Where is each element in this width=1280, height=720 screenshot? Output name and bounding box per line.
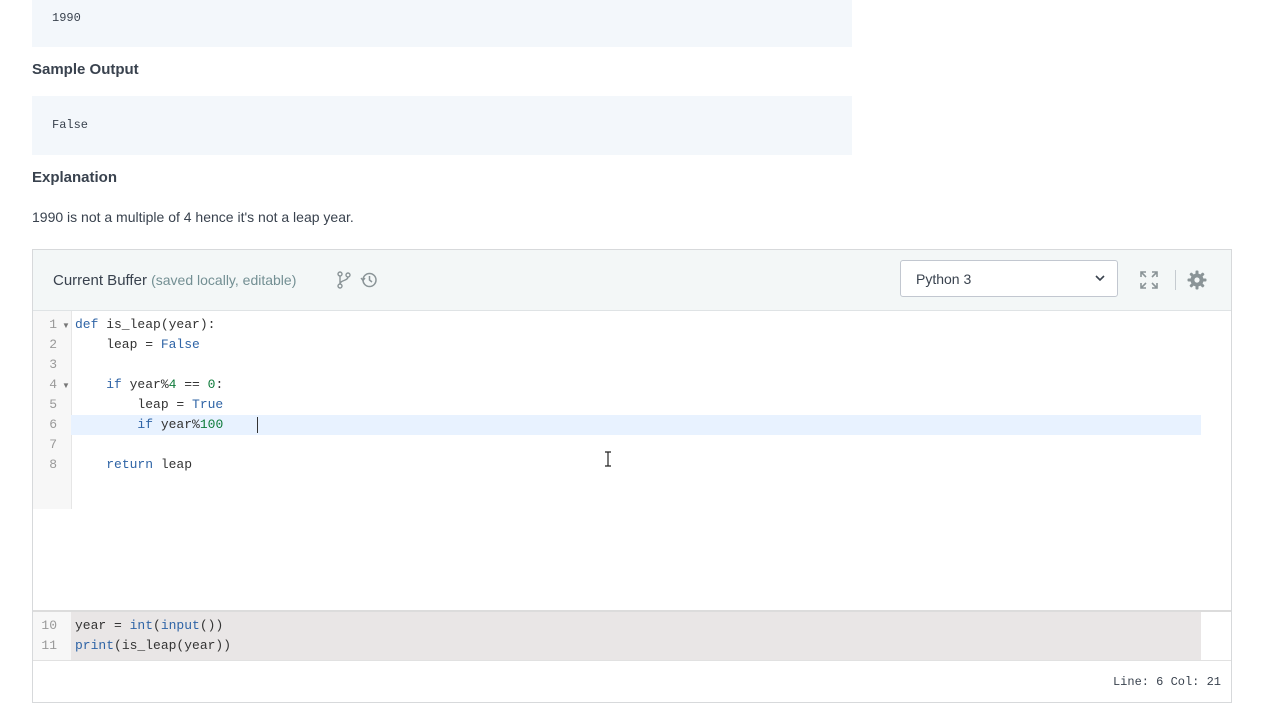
code-keyword: if bbox=[137, 417, 154, 432]
code-line-11: print(is_leap(year)) bbox=[75, 638, 231, 653]
line-number: 1 bbox=[49, 317, 57, 332]
line-number: 4 bbox=[49, 377, 57, 392]
language-select[interactable]: Python 3 bbox=[900, 260, 1118, 297]
code-number: 100 bbox=[199, 417, 224, 432]
language-select-value: Python 3 bbox=[916, 271, 972, 287]
line-number: 3 bbox=[49, 357, 57, 372]
editor-header: Current Buffer (saved locally, editable)… bbox=[33, 250, 1231, 311]
fullscreen-icon[interactable] bbox=[1139, 270, 1159, 290]
code-editor: Current Buffer (saved locally, editable)… bbox=[32, 249, 1232, 703]
code-line-5[interactable]: leap = True bbox=[75, 397, 223, 412]
code-line-8[interactable]: return leap bbox=[75, 457, 192, 472]
line-number-gutter: 1 2 3 4 5 6 7 8 ▼ ▼ bbox=[33, 311, 72, 509]
line-number: 8 bbox=[49, 457, 57, 472]
code-text: ()) bbox=[199, 618, 224, 633]
sample-input-box: 1990 bbox=[32, 0, 852, 47]
line-number: 5 bbox=[49, 397, 57, 412]
line-number: 7 bbox=[49, 437, 57, 452]
code-line-10: year = int(input()) bbox=[75, 618, 223, 633]
code-line-2[interactable]: leap = False bbox=[75, 337, 200, 352]
gear-icon[interactable] bbox=[1187, 270, 1207, 290]
code-text: == bbox=[176, 377, 208, 392]
code-builtin: input bbox=[160, 618, 200, 633]
code-boolean: True bbox=[192, 397, 224, 412]
line-number: 10 bbox=[41, 618, 57, 633]
code-line-6[interactable]: if year%100 bbox=[75, 417, 223, 432]
history-icon[interactable] bbox=[360, 271, 378, 289]
header-divider bbox=[1175, 270, 1176, 290]
code-text: (is_leap(year)) bbox=[114, 638, 232, 653]
line-number: 6 bbox=[49, 417, 57, 432]
line-number: 2 bbox=[49, 337, 57, 352]
code-line-1[interactable]: def is_leap(year): bbox=[75, 317, 215, 332]
fold-arrow-icon[interactable]: ▼ bbox=[62, 381, 70, 390]
code-line-4[interactable]: if year%4 == 0: bbox=[75, 377, 223, 392]
code-builtin: print bbox=[75, 638, 115, 653]
branch-icon[interactable] bbox=[335, 271, 353, 289]
editor-title-text: Current Buffer bbox=[53, 272, 147, 289]
active-line-highlight bbox=[71, 415, 1201, 435]
editor-status-bar: Line: 6 Col: 21 bbox=[33, 660, 1231, 703]
code-text: year% bbox=[153, 417, 200, 432]
text-caret bbox=[257, 417, 258, 433]
fold-arrow-icon[interactable]: ▼ bbox=[62, 321, 70, 330]
sample-output-box: False bbox=[32, 96, 852, 155]
sample-input-value: 1990 bbox=[52, 11, 81, 25]
code-text: ( bbox=[153, 618, 161, 633]
line-number: 11 bbox=[41, 638, 57, 653]
text-cursor-icon bbox=[605, 451, 611, 467]
code-boolean: False bbox=[160, 337, 200, 352]
explanation-text: 1990 is not a multiple of 4 hence it's n… bbox=[32, 209, 354, 225]
code-text: year = bbox=[75, 618, 130, 633]
code-keyword: return bbox=[106, 457, 154, 472]
editor-subtitle: (saved locally, editable) bbox=[151, 272, 297, 288]
code-text: leap = bbox=[75, 337, 161, 352]
code-text: is_leap(year): bbox=[98, 317, 216, 332]
code-builtin: int bbox=[129, 618, 154, 633]
tail-gutter: 10 11 bbox=[33, 612, 71, 660]
sample-output-heading: Sample Output bbox=[32, 61, 139, 78]
explanation-heading: Explanation bbox=[32, 169, 118, 186]
code-text: : bbox=[215, 377, 224, 392]
locked-tail-code: 10 11 year = int(input()) print(is_leap(… bbox=[33, 610, 1231, 660]
tail-code-background bbox=[71, 612, 1201, 660]
code-text: leap bbox=[153, 457, 193, 472]
code-text: year% bbox=[121, 377, 169, 392]
code-keyword: if bbox=[106, 377, 122, 392]
code-text: leap = bbox=[75, 397, 193, 412]
cursor-position: Line: 6 Col: 21 bbox=[1112, 675, 1221, 689]
editor-title: Current Buffer (saved locally, editable) bbox=[53, 272, 296, 289]
chevron-down-icon bbox=[1095, 275, 1105, 282]
code-keyword: def bbox=[75, 317, 99, 332]
sample-output-value: False bbox=[52, 118, 89, 132]
